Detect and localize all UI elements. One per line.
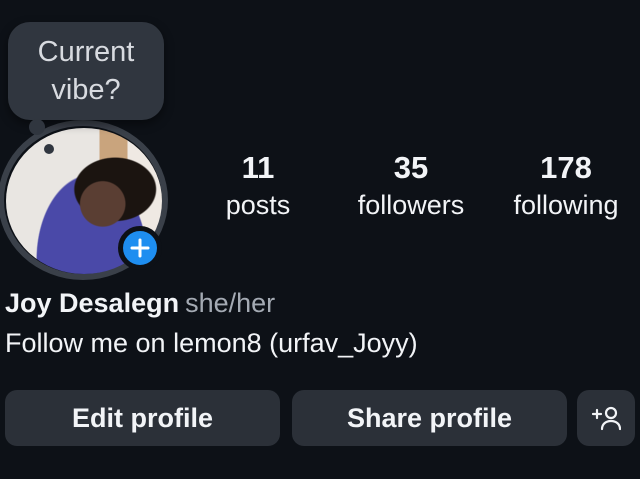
followers-label: followers <box>357 190 465 220</box>
following-label: following <box>513 190 619 220</box>
note-bubble-tail-dot-small <box>44 144 54 154</box>
add-person-icon <box>591 406 621 431</box>
followers-stat[interactable]: 35 followers <box>340 148 482 222</box>
posts-label: posts <box>225 190 291 220</box>
share-profile-button[interactable]: Share profile <box>292 390 567 446</box>
followers-count: 35 <box>393 150 429 185</box>
following-stat[interactable]: 178 following <box>500 148 632 222</box>
note-prompt-text: Current vibe? <box>37 36 135 106</box>
add-story-button[interactable] <box>118 226 162 270</box>
discover-people-button[interactable] <box>577 390 635 446</box>
profile-avatar-container[interactable] <box>0 118 178 280</box>
posts-stat[interactable]: 11 posts <box>210 148 306 222</box>
plus-icon <box>130 238 150 258</box>
profile-name: Joy Desalegn <box>5 288 180 318</box>
edit-profile-button[interactable]: Edit profile <box>5 390 280 446</box>
note-bubble-tail-dot <box>29 119 45 135</box>
note-bubble[interactable]: Current vibe? <box>8 22 164 120</box>
profile-name-line: Joy Desalegn she/her <box>5 288 275 319</box>
profile-bio: Follow me on lemon8 (urfav_Joyy) <box>5 328 418 358</box>
following-count: 178 <box>540 150 592 185</box>
posts-count: 11 <box>241 150 275 185</box>
profile-pronouns: she/her <box>185 288 276 318</box>
